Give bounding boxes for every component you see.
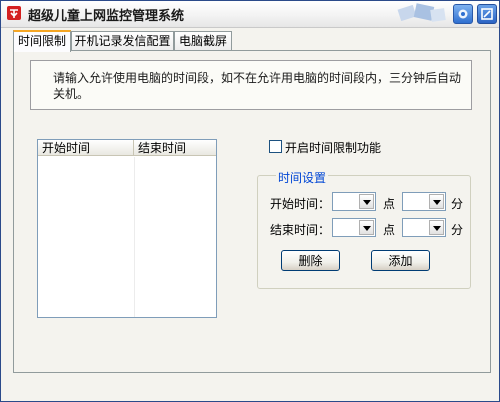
tab-boot-record-mail[interactable]: 开机记录发信配置	[71, 31, 174, 51]
main-window: 超级儿童上网监控管理系统 时间限制 开机记录发信配置 电脑截屏 请输入允许使用电…	[0, 0, 500, 402]
help-icon[interactable]	[453, 4, 473, 24]
window-title: 超级儿童上网监控管理系统	[28, 9, 185, 24]
hour-unit: 点	[383, 197, 396, 211]
tab-time-limit[interactable]: 时间限制	[13, 30, 71, 52]
hour-unit: 点	[383, 223, 396, 237]
tab-panel: 请输入允许使用电脑的时间段，如不在允许用电脑的时间段内，三分钟后自动关机。 开始…	[13, 50, 491, 373]
info-text: 请输入允许使用电脑的时间段，如不在允许用电脑的时间段内，三分钟后自动关机。	[53, 71, 462, 101]
column-header-start[interactable]: 开始时间	[38, 140, 134, 156]
info-box: 请输入允许使用电脑的时间段，如不在允许用电脑的时间段内，三分钟后自动关机。	[30, 60, 472, 110]
checkbox-label: 开启时间限制功能	[285, 141, 382, 155]
dropdown-arrow-icon[interactable]	[429, 220, 444, 235]
minute-unit: 分	[451, 223, 464, 237]
delete-button[interactable]: 删除	[281, 250, 340, 271]
decor-icon	[397, 3, 446, 22]
start-time-label: 开始时间：	[270, 197, 331, 211]
start-hour-select[interactable]	[332, 192, 376, 211]
app-icon	[7, 6, 21, 20]
end-hour-select[interactable]	[332, 218, 376, 237]
end-minute-select[interactable]	[402, 218, 446, 237]
add-button[interactable]: 添加	[371, 250, 430, 271]
minute-unit: 分	[451, 197, 464, 211]
end-time-label: 结束时间：	[270, 223, 331, 237]
checkbox[interactable]	[269, 140, 282, 153]
dropdown-arrow-icon[interactable]	[359, 194, 374, 209]
column-divider	[134, 157, 135, 317]
dropdown-arrow-icon[interactable]	[429, 194, 444, 209]
close-icon[interactable]	[477, 4, 497, 24]
dropdown-arrow-icon[interactable]	[359, 220, 374, 235]
title-bar: 超级儿童上网监控管理系统	[1, 1, 499, 28]
time-range-list[interactable]: 开始时间 结束时间	[37, 139, 217, 318]
column-header-end[interactable]: 结束时间	[134, 140, 216, 156]
start-minute-select[interactable]	[402, 192, 446, 211]
group-title: 时间设置	[276, 169, 329, 186]
tab-screen-capture[interactable]: 电脑截屏	[174, 31, 232, 51]
